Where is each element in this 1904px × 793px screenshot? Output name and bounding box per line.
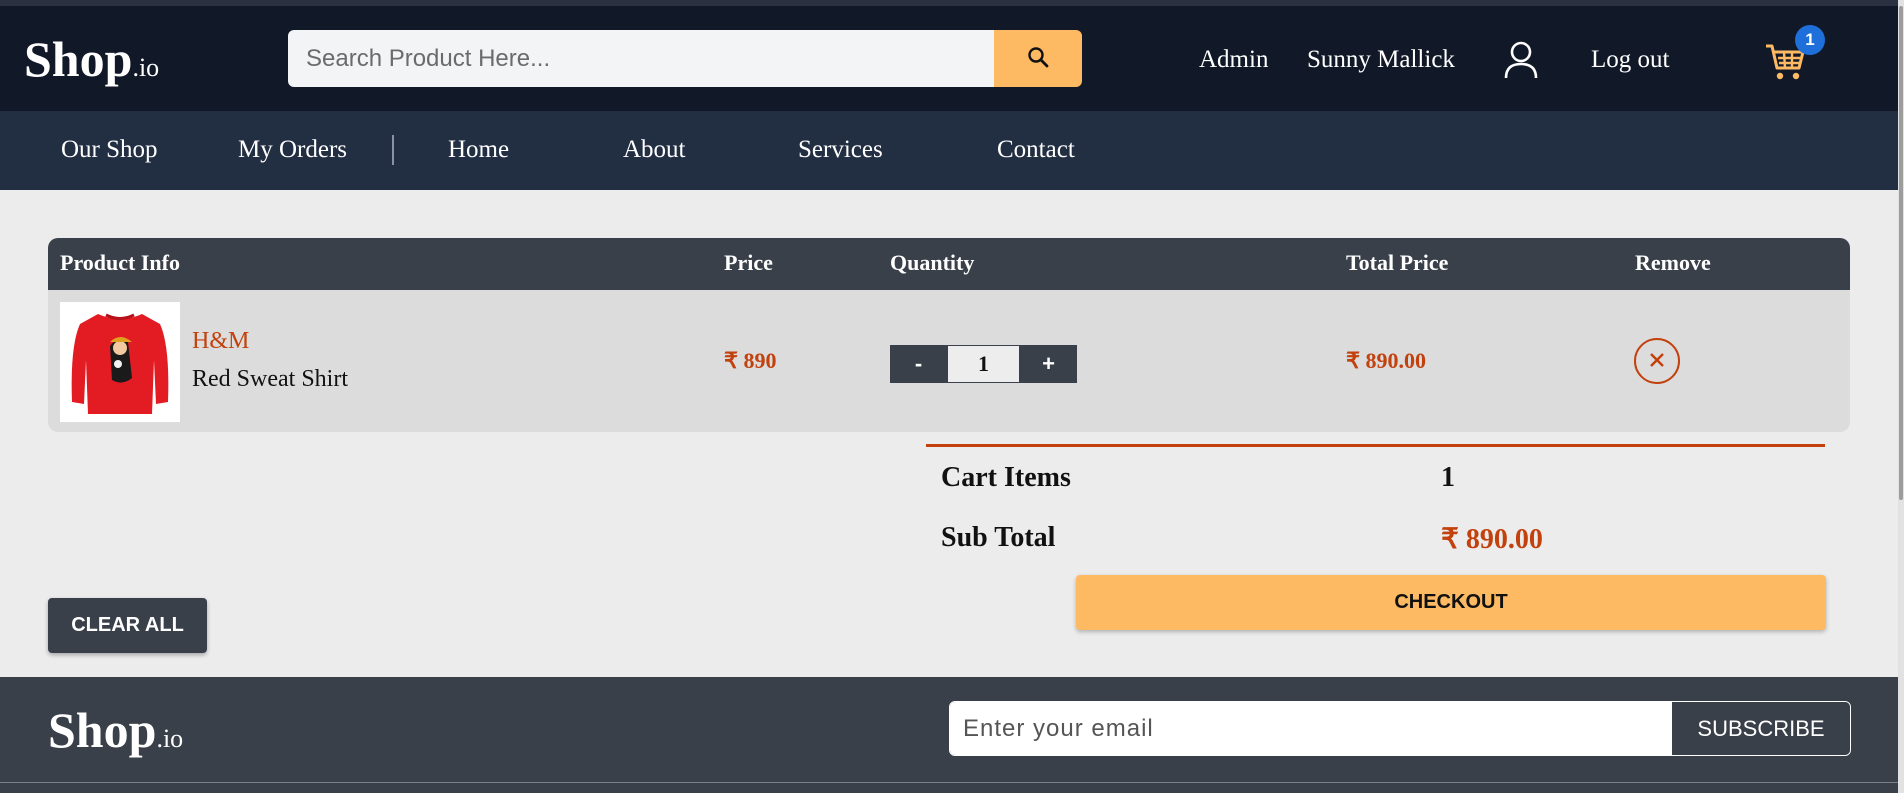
nav-item-contact[interactable]: Contact: [997, 136, 1075, 164]
scrollbar-thumb[interactable]: [1899, 6, 1903, 500]
user-name-link[interactable]: Sunny Mallick: [1307, 46, 1455, 74]
cart-row: H&M Red Sweat Shirt ₹ 890 - + ₹ 890.00: [48, 290, 1850, 432]
product-total-price: ₹ 890.00: [1346, 348, 1426, 373]
nav-item-home[interactable]: Home: [448, 136, 509, 164]
subtotal-value: ₹ 890.00: [1441, 524, 1543, 555]
checkout-button[interactable]: CHECKOUT: [1076, 575, 1826, 630]
site-logo[interactable]: Shop.io: [24, 30, 159, 88]
email-input[interactable]: [950, 702, 1671, 755]
decrease-quantity-button[interactable]: -: [890, 345, 947, 383]
footer-logo-main: Shop: [48, 702, 157, 758]
search-input[interactable]: [288, 30, 994, 87]
cart-table-header: Product Info Price Quantity Total Price …: [48, 238, 1850, 290]
product-brand[interactable]: H&M: [192, 328, 249, 355]
logout-link[interactable]: Log out: [1591, 46, 1669, 74]
increase-quantity-button[interactable]: +: [1020, 345, 1077, 383]
search-icon: [1026, 45, 1050, 72]
product-price: ₹ 890: [724, 348, 777, 373]
header-quantity: Quantity: [890, 250, 975, 275]
cart-count-badge: 1: [1795, 25, 1825, 55]
subscribe-button[interactable]: SUBSCRIBE: [1671, 702, 1850, 755]
product-image[interactable]: [60, 302, 180, 422]
admin-link[interactable]: Admin: [1199, 46, 1268, 74]
newsletter-form: SUBSCRIBE: [949, 701, 1851, 756]
nav-item-our-shop[interactable]: Our Shop: [61, 136, 158, 164]
logo-main: Shop: [24, 31, 133, 87]
header-remove: Remove: [1635, 250, 1711, 275]
clear-all-button[interactable]: CLEAR ALL: [48, 598, 207, 653]
nav-item-services[interactable]: Services: [798, 136, 883, 164]
search-bar: [288, 30, 1082, 87]
cart-items-value: 1: [1441, 462, 1455, 493]
header-price: Price: [724, 250, 773, 275]
top-header: Shop.io Admin Sunny Mallick Log out 1: [0, 0, 1898, 111]
header-total-price: Total Price: [1346, 250, 1449, 275]
main-nav: Our Shop My Orders Home About Services C…: [0, 111, 1898, 190]
remove-item-button[interactable]: [1634, 338, 1680, 384]
search-button[interactable]: [994, 30, 1082, 87]
nav-item-my-orders[interactable]: My Orders: [238, 136, 347, 164]
footer-divider: [0, 782, 1898, 783]
quantity-input[interactable]: [947, 345, 1020, 383]
logo-suffix: .io: [132, 53, 160, 82]
header-product-info: Product Info: [60, 250, 180, 275]
close-icon: [1649, 352, 1665, 371]
subtotal-label: Sub Total: [941, 522, 1056, 553]
user-icon[interactable]: [1503, 40, 1539, 85]
nav-divider: [392, 135, 394, 165]
cart-items-label: Cart Items: [941, 462, 1071, 493]
product-name[interactable]: Red Sweat Shirt: [192, 366, 348, 393]
cart-table: Product Info Price Quantity Total Price …: [48, 238, 1850, 432]
summary-divider: [926, 444, 1825, 447]
footer-logo[interactable]: Shop.io: [48, 701, 183, 759]
nav-item-about[interactable]: About: [623, 136, 686, 164]
footer-logo-suffix: .io: [156, 724, 184, 753]
quantity-stepper: - +: [890, 345, 1077, 383]
footer: Shop.io SUBSCRIBE: [0, 677, 1898, 793]
